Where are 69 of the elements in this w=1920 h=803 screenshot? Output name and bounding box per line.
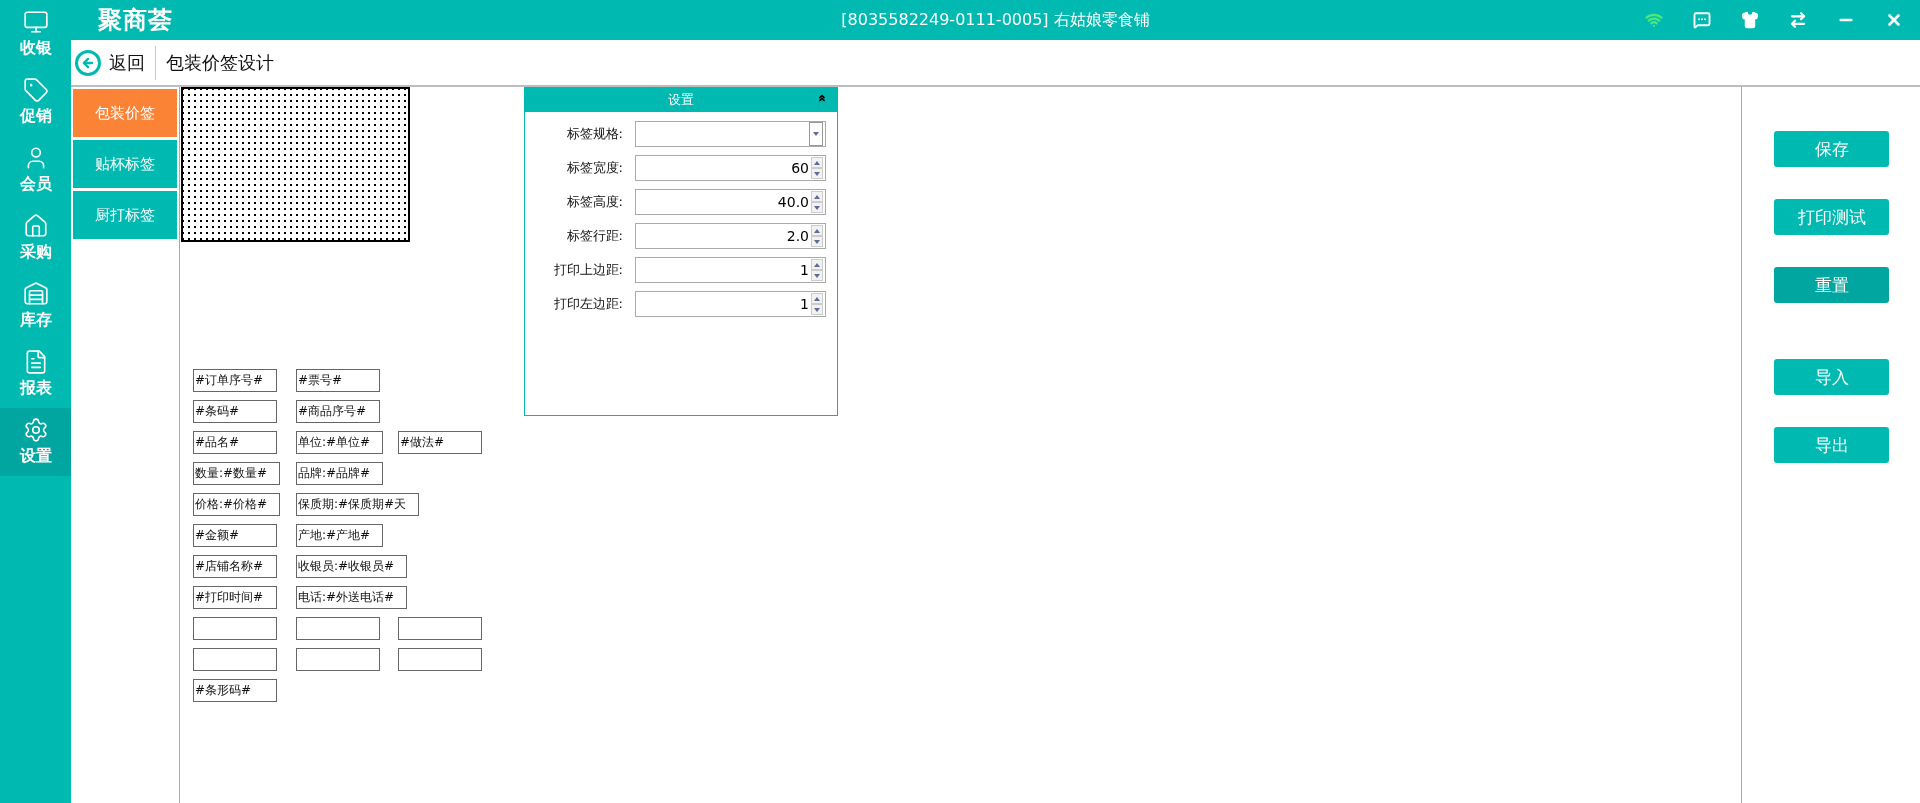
number-input[interactable]: 1	[635, 291, 826, 317]
select-field[interactable]	[635, 121, 826, 147]
sidebar-label: 设置	[19, 446, 52, 467]
field-label: 打印左边距:	[552, 295, 623, 313]
spin-down-icon[interactable]	[811, 270, 823, 281]
field-label: 标签行距:	[565, 227, 623, 245]
swap-arrows-icon[interactable]	[1789, 11, 1807, 29]
warehouse-icon	[22, 281, 49, 307]
template-field[interactable]: #金额#	[193, 524, 277, 547]
spin-up-icon[interactable]	[811, 157, 823, 168]
field-label: 标签高度:	[565, 193, 623, 211]
spin-up-icon[interactable]	[811, 259, 823, 270]
monitor-icon	[22, 9, 49, 35]
back-button[interactable]: 返回	[71, 49, 155, 76]
template-field[interactable]: #做法#	[398, 431, 482, 454]
template-field[interactable]: #品名#	[193, 431, 277, 454]
spin-down-icon[interactable]	[811, 236, 823, 247]
template-field[interactable]: #票号#	[296, 369, 380, 392]
settings-icon	[22, 417, 49, 443]
sidebar-label: 收银	[19, 38, 52, 59]
template-field[interactable]: 单位:#单位#	[296, 431, 384, 454]
template-field[interactable]: 数量:#数量#	[193, 462, 281, 485]
shirt-icon[interactable]	[1741, 11, 1759, 29]
app-logo: 聚商荟	[98, 5, 173, 36]
field-label: 标签规格:	[565, 125, 623, 143]
number-input[interactable]: 2.0	[635, 223, 826, 249]
sidebar-label: 采购	[19, 242, 52, 263]
sidebar-label: 促销	[19, 106, 52, 127]
empty-field[interactable]	[398, 648, 482, 671]
sidebar-label: 报表	[19, 378, 52, 399]
template-field[interactable]: #条码#	[193, 400, 277, 423]
empty-field[interactable]	[193, 648, 277, 671]
empty-field[interactable]	[193, 617, 277, 640]
template-field[interactable]: #商品序号#	[296, 400, 380, 423]
number-input[interactable]: 40.0	[635, 189, 826, 215]
number-input[interactable]: 1	[635, 257, 826, 283]
template-field[interactable]: #店铺名称#	[193, 555, 277, 578]
sidebar-label: 库存	[19, 310, 52, 331]
template-field[interactable]: 产地:#产地#	[296, 524, 384, 547]
template-field[interactable]: 收银员:#收银员#	[296, 555, 408, 578]
field-label: 标签宽度:	[565, 159, 623, 177]
template-field[interactable]: 品牌:#品牌#	[296, 462, 384, 485]
window-title: [8035582249-0111-0005] 右姑娘零食铺	[841, 9, 1150, 31]
house-icon	[22, 213, 49, 239]
panel-title: 设置	[668, 90, 694, 109]
template-field[interactable]: #条形码#	[193, 679, 277, 702]
message-icon[interactable]	[1693, 11, 1711, 29]
template-field[interactable]: 价格:#价格#	[193, 493, 281, 516]
template-field[interactable]: 电话:#外送电话#	[296, 586, 408, 609]
empty-field[interactable]	[296, 617, 380, 640]
dropdown-caret-icon[interactable]	[809, 122, 823, 146]
spin-down-icon[interactable]	[811, 304, 823, 315]
spin-up-icon[interactable]	[811, 191, 823, 202]
template-field[interactable]: 保质期:#保质期#天	[296, 493, 420, 516]
tag-icon	[22, 77, 49, 103]
spin-down-icon[interactable]	[811, 168, 823, 179]
page-title: 包装价签设计	[166, 50, 274, 75]
empty-field[interactable]	[398, 617, 482, 640]
template-field[interactable]: #打印时间#	[193, 586, 277, 609]
collapse-icon[interactable]	[817, 93, 827, 103]
close-icon[interactable]	[1885, 11, 1903, 29]
spin-down-icon[interactable]	[811, 202, 823, 213]
number-input[interactable]: 60	[635, 155, 826, 181]
empty-field[interactable]	[296, 648, 380, 671]
template-field[interactable]: #订单序号#	[193, 369, 277, 392]
sidebar-label: 会员	[19, 174, 52, 195]
spin-up-icon[interactable]	[811, 293, 823, 304]
spin-up-icon[interactable]	[811, 225, 823, 236]
field-label: 打印上边距:	[552, 261, 623, 279]
